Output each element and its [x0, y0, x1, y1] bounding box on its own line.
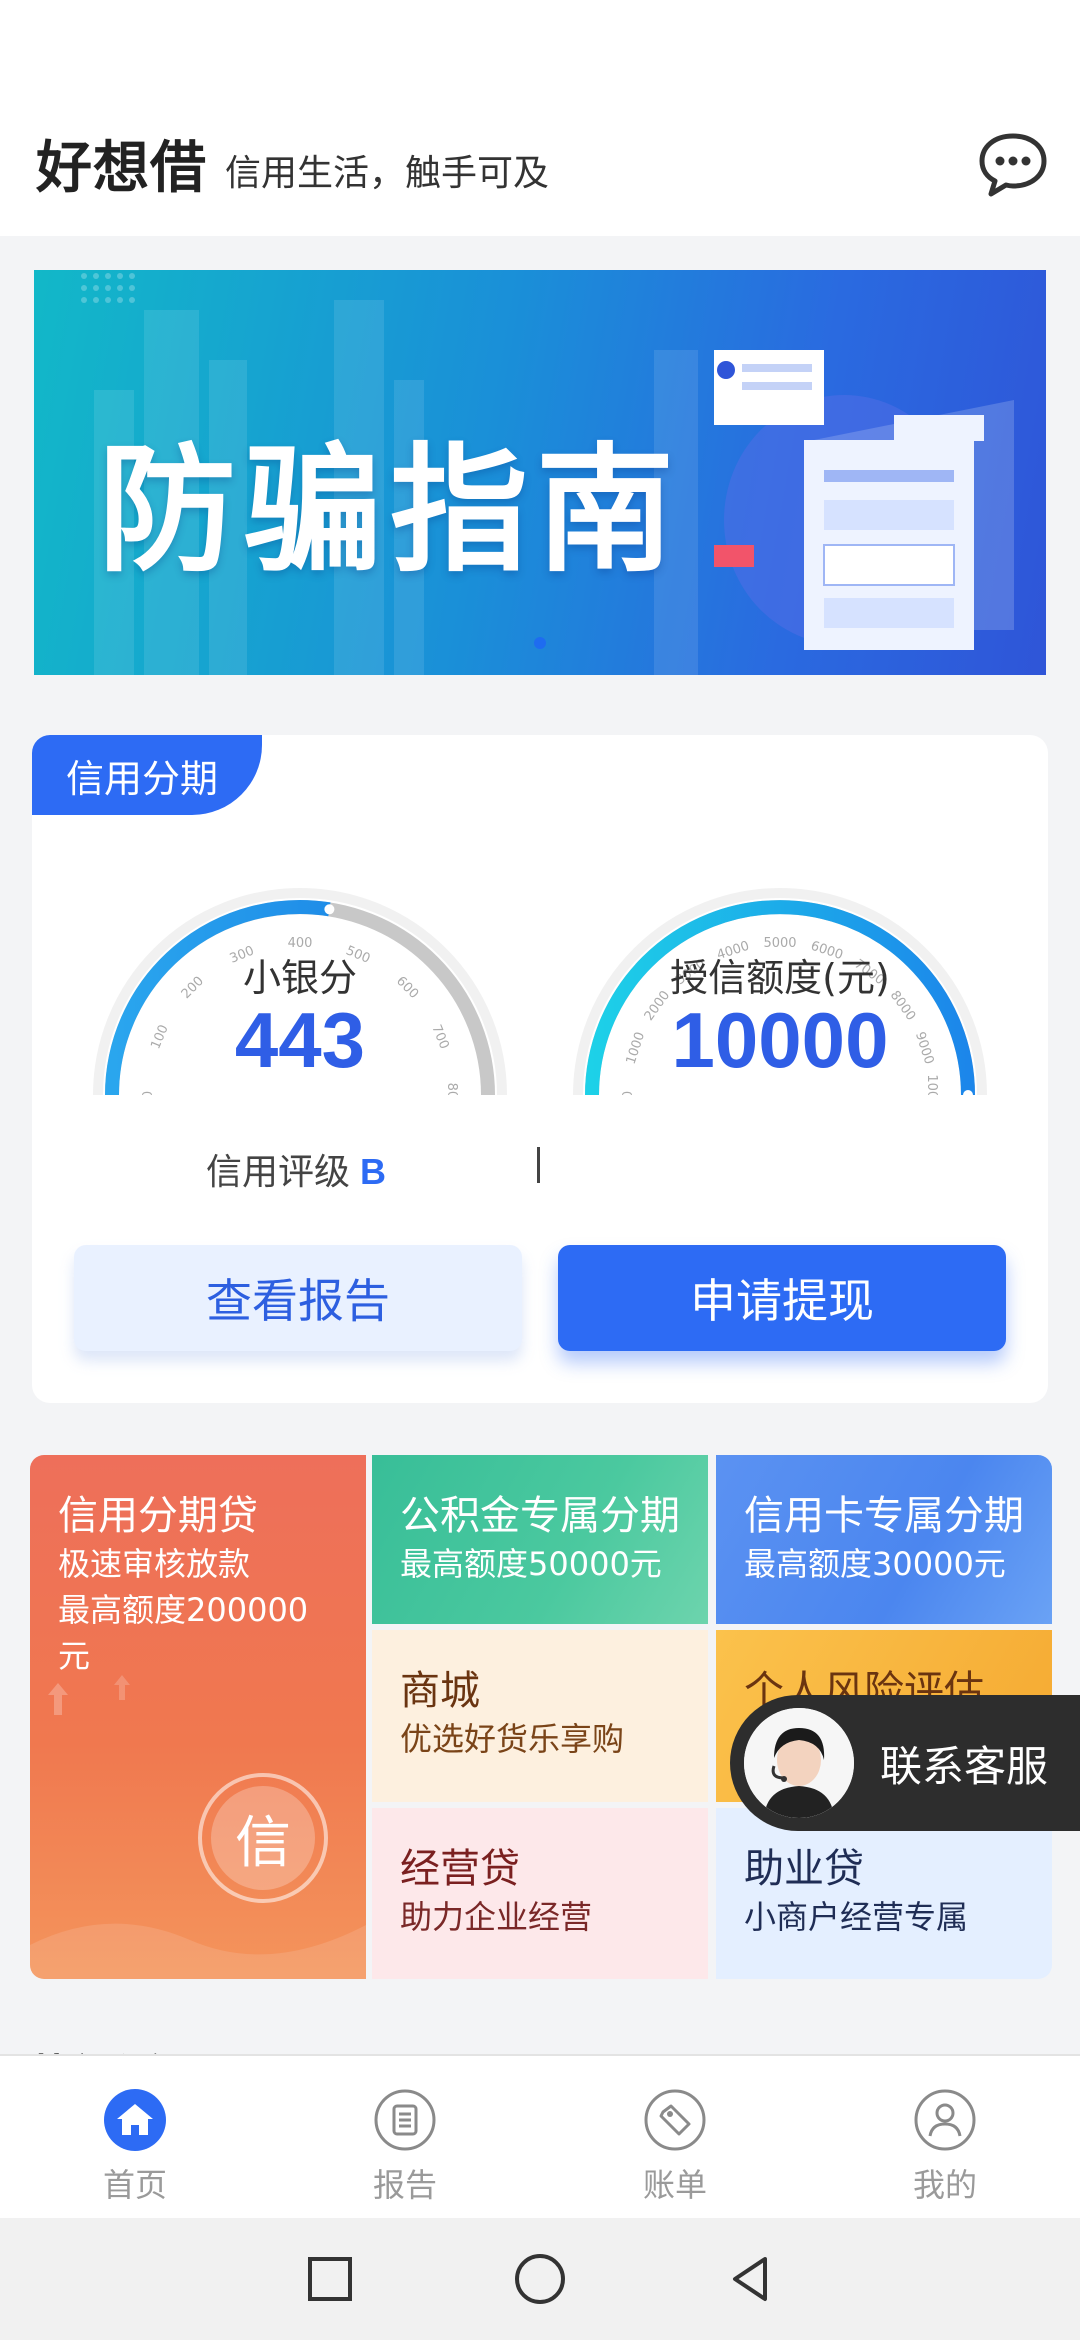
report-icon	[374, 2089, 436, 2151]
limit-gauge-tick-label: 0	[621, 1091, 636, 1095]
score-gauge-tick-label: 0	[141, 1091, 156, 1095]
tab-bill[interactable]: 账单	[540, 2056, 810, 2218]
product-title: 经营贷	[400, 1846, 520, 1892]
product-credit-installment-loan[interactable]: 信用分期贷 极速审核放款 最高额度200000元 信	[30, 1455, 366, 1979]
tab-label: 首页	[102, 2166, 167, 2204]
score-gauge-knob	[324, 904, 335, 915]
product-title: 公积金专属分期	[400, 1493, 680, 1539]
product-employment-loan[interactable]: 助业贷 小商户经营专属	[716, 1808, 1052, 1979]
product-mall[interactable]: 商城 优选好货乐享购	[372, 1630, 708, 1802]
message-icon[interactable]	[976, 128, 1050, 202]
back-icon[interactable]	[720, 2249, 780, 2309]
product-credit-card-installment[interactable]: 信用卡专属分期 最高额度30000元	[716, 1455, 1052, 1624]
score-value: 443	[234, 996, 366, 1084]
home-icon	[104, 2089, 166, 2151]
product-subtitle: 最高额度30000元	[744, 1545, 1006, 1583]
product-title: 信用卡专属分期	[744, 1493, 1024, 1539]
divider	[537, 1147, 540, 1183]
credit-installment-card: 信用分期 0 100 200 300 400 500 600 700 800 小银分 443 0…	[32, 735, 1048, 1403]
limit-gauge: 0 1000 2000 3000 4000 5000 6000 7000 8000 9000 100…	[550, 855, 1010, 1095]
tab-profile[interactable]: 我的	[810, 2056, 1080, 2218]
tab-label: 报告	[372, 2166, 437, 2204]
tab-report[interactable]: 报告	[270, 2056, 540, 2218]
system-navigation-bar	[0, 2218, 1080, 2340]
home-nav-icon[interactable]	[510, 2249, 570, 2309]
product-housing-fund-installment[interactable]: 公积金专属分期 最高额度50000元	[372, 1455, 708, 1624]
banner-page-indicator	[534, 637, 546, 649]
view-report-button[interactable]: 查看报告	[74, 1245, 522, 1351]
rating-value: B	[360, 1151, 387, 1192]
product-subtitle: 极速审核放款	[58, 1545, 251, 1583]
product-title: 商城	[400, 1668, 480, 1714]
rating-label: 信用评级	[206, 1152, 351, 1193]
tab-label: 我的	[912, 2166, 977, 2204]
customer-service-label: 联系客服	[880, 1741, 1049, 1791]
credit-tag: 信用分期	[32, 735, 262, 815]
product-subtitle: 助力企业经营	[400, 1898, 593, 1936]
product-business-loan[interactable]: 经营贷 助力企业经营	[372, 1808, 708, 1979]
promo-banner[interactable]: 防骗指南	[34, 270, 1046, 675]
product-subtitle: 最高额度50000元	[400, 1545, 662, 1583]
product-title: 助业贷	[744, 1846, 864, 1892]
app-brand: 好想借	[36, 135, 207, 201]
score-gauge: 0 100 200 300 400 500 600 700 800 小银分 443	[70, 855, 530, 1095]
banner-title: 防骗指南	[98, 430, 683, 591]
tab-label: 账单	[642, 2166, 707, 2204]
profile-icon	[914, 2089, 976, 2151]
bottom-tab-bar: 首页 报告 账单 我的	[0, 2054, 1080, 2218]
status-bar	[0, 0, 1080, 90]
limit-value: 10000	[671, 996, 889, 1084]
product-title: 信用分期贷	[58, 1493, 258, 1539]
app-tagline: 信用生活，触手可及	[225, 153, 550, 194]
limit-label: 授信额度(元)	[670, 956, 890, 1000]
customer-service-button[interactable]: 联系客服	[730, 1695, 1080, 1831]
app-header: 好想借 信用生活，触手可及	[0, 90, 1080, 236]
product-subtitle: 优选好货乐享购	[400, 1720, 625, 1758]
document-illustration-icon	[714, 350, 1014, 650]
tab-home[interactable]: 首页	[0, 2056, 270, 2218]
credit-rating: 信用评级 B	[206, 1143, 386, 1195]
score-label: 小银分	[242, 956, 357, 1000]
product-subtitle: 小商户经营专属	[744, 1898, 969, 1936]
apply-withdraw-button[interactable]: 申请提现	[558, 1245, 1006, 1351]
bill-icon	[644, 2089, 706, 2151]
credit-seal-icon: 信	[198, 1773, 328, 1903]
agent-avatar	[744, 1708, 854, 1818]
recent-apps-icon[interactable]	[300, 2249, 360, 2309]
